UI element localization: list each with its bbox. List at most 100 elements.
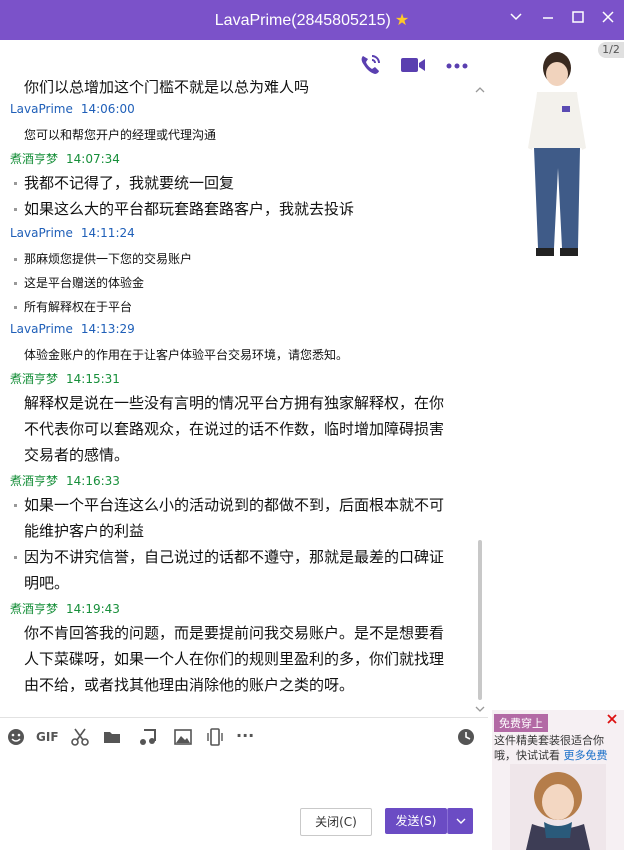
message-line: 所有解释权在于平台 bbox=[14, 298, 132, 315]
message-text: 交易者的感情。 bbox=[24, 446, 130, 464]
music-icon[interactable] bbox=[138, 727, 158, 747]
message-line: 您可以和帮您开户的经理或代理沟通 bbox=[14, 126, 216, 143]
ad-text-1: 这件精美套装很适合你 bbox=[494, 734, 604, 747]
message-line: 能维护客户的利益 bbox=[14, 520, 144, 541]
title-bar[interactable]: LavaPrime(2845805215) ★ bbox=[0, 0, 624, 40]
message-line: 交易者的感情。 bbox=[14, 444, 129, 465]
message-text: 人下菜碟呀，如果一个人在你们的规则里盈利的多，你们就找理 bbox=[24, 650, 445, 668]
message-line: 不代表你可以套路观众，在说过的话不作数，临时增加障碍损害 bbox=[14, 418, 444, 439]
close-window-button[interactable] bbox=[598, 10, 618, 30]
ad-text-2-prefix: 哦，快试试看 bbox=[494, 749, 564, 762]
bullet-icon bbox=[14, 182, 17, 185]
message-time: 14:16:33 bbox=[66, 474, 120, 488]
message-time: 14:06:00 bbox=[80, 102, 135, 116]
message-text: 不代表你可以套路观众，在说过的话不作数，临时增加障碍损害 bbox=[24, 420, 445, 438]
chat-scrollbar[interactable] bbox=[476, 80, 484, 710]
avatar-panel[interactable]: 1/2 bbox=[492, 40, 624, 270]
message-line: 明吧。 bbox=[14, 572, 69, 593]
message-line: 你们以总增加这个门槛不就是以总为难人吗 bbox=[24, 80, 310, 96]
message-header: LavaPrime 14:06:00 bbox=[10, 102, 135, 116]
message-text: 那麻烦您提供一下您的交易账户 bbox=[24, 252, 193, 266]
bullet-icon bbox=[14, 306, 17, 309]
free-try-badge[interactable]: 免费穿上 bbox=[494, 714, 548, 732]
message-line: 因为不讲究信誉，自己说过的话都不遵守，那就是最差的口碑证 bbox=[14, 546, 444, 567]
sender-name[interactable]: LavaPrime bbox=[10, 226, 73, 240]
sender-name[interactable]: LavaPrime bbox=[10, 322, 73, 336]
message-time: 14:13:29 bbox=[80, 322, 135, 336]
message-text: 明吧。 bbox=[24, 574, 70, 592]
chat-action-bar bbox=[355, 52, 475, 80]
ad-text-2: 哦，快试试看 更多免费 bbox=[494, 747, 608, 763]
message-text: 您可以和帮您开户的经理或代理沟通 bbox=[24, 128, 217, 142]
message-text: 我都不记得了，我就要统一回复 bbox=[24, 174, 235, 192]
bullet-icon bbox=[14, 208, 17, 211]
sender-name[interactable]: 煮酒亨梦 bbox=[10, 602, 58, 616]
input-toolbar: GIF ··· bbox=[0, 717, 488, 754]
message-line: 这是平台赠送的体验金 bbox=[14, 274, 144, 291]
message-text: 体验金账户的作用在于让客户体验平台交易环境，请您悉知。 bbox=[24, 348, 349, 362]
maximize-button[interactable] bbox=[568, 10, 588, 30]
bullet-icon bbox=[14, 282, 17, 285]
more-free-link[interactable]: 更多免费 bbox=[564, 749, 608, 762]
close-button[interactable]: 关闭(C) bbox=[300, 808, 372, 836]
avatar-figure bbox=[528, 52, 586, 256]
message-header: 煮酒亨梦 14:15:31 bbox=[10, 370, 120, 387]
page-indicator[interactable]: 1/2 bbox=[598, 42, 624, 58]
chat-history[interactable]: 你们以总增加这个门槛不就是以总为难人吗 LavaPrime 14:06:00 您可以和… bbox=[0, 80, 488, 708]
scissors-icon[interactable] bbox=[70, 727, 90, 747]
bullet-icon bbox=[14, 556, 17, 559]
message-header: LavaPrime 14:11:24 bbox=[10, 226, 135, 240]
message-line: 那麻烦您提供一下您的交易账户 bbox=[14, 250, 192, 267]
more-icon[interactable] bbox=[445, 62, 469, 70]
message-time: 14:11:24 bbox=[80, 226, 135, 240]
minimize-button[interactable] bbox=[538, 10, 558, 30]
sender-name[interactable]: 煮酒亨梦 bbox=[10, 474, 58, 488]
ad-avatar-image bbox=[510, 764, 606, 850]
message-line: 人下菜碟呀，如果一个人在你们的规则里盈利的多，你们就找理 bbox=[14, 648, 444, 669]
emoji-icon[interactable] bbox=[6, 727, 26, 747]
message-line: 由不给，或者找其他理由消除他的账户之类的呀。 bbox=[14, 674, 354, 695]
sender-name[interactable]: LavaPrime bbox=[10, 102, 73, 116]
message-text: 如果这么大的平台都玩套路套路客户，我就去投诉 bbox=[24, 200, 355, 218]
scrollbar-thumb[interactable] bbox=[478, 540, 482, 700]
message-text: 这是平台赠送的体验金 bbox=[24, 276, 145, 290]
message-text: 解释权是说在一些没有言明的情况平台方拥有独家解释权，在你 bbox=[24, 394, 445, 412]
message-text: 如果一个平台连这么小的活动说到的都做不到，后面根本就不可 bbox=[24, 496, 445, 514]
phone-icon[interactable] bbox=[357, 52, 383, 78]
chevron-down-icon bbox=[456, 818, 465, 824]
message-header: 煮酒亨梦 14:16:33 bbox=[10, 472, 120, 489]
message-text: 由不给，或者找其他理由消除他的账户之类的呀。 bbox=[24, 676, 355, 694]
image-icon[interactable] bbox=[173, 727, 193, 747]
gif-icon[interactable]: GIF bbox=[36, 727, 60, 747]
video-icon[interactable] bbox=[399, 54, 427, 76]
message-header: 煮酒亨梦 14:07:34 bbox=[10, 150, 120, 167]
message-header: 煮酒亨梦 14:19:43 bbox=[10, 600, 120, 617]
message-line: 解释权是说在一些没有言明的情况平台方拥有独家解释权，在你 bbox=[14, 392, 444, 413]
sender-name[interactable]: 煮酒亨梦 bbox=[10, 152, 58, 166]
ad-close-icon[interactable] bbox=[606, 713, 618, 725]
message-text: 因为不讲究信誉，自己说过的话都不遵守，那就是最差的口碑证 bbox=[24, 548, 445, 566]
bullet-icon bbox=[14, 258, 17, 261]
message-text: 你不肯回答我的问题，而是要提前问我交易账户。是不是想要看 bbox=[24, 624, 445, 642]
message-time: 14:07:34 bbox=[66, 152, 120, 166]
sender-name[interactable]: 煮酒亨梦 bbox=[10, 372, 58, 386]
message-line: 我都不记得了，我就要统一回复 bbox=[14, 172, 234, 193]
folder-icon[interactable] bbox=[102, 727, 122, 747]
message-text: 能维护客户的利益 bbox=[24, 522, 145, 540]
send-options-button[interactable] bbox=[447, 808, 473, 834]
send-button[interactable]: 发送(S) bbox=[385, 808, 447, 834]
message-line: 你不肯回答我的问题，而是要提前问我交易账户。是不是想要看 bbox=[14, 622, 444, 643]
more-tools-icon[interactable]: ··· bbox=[236, 727, 262, 747]
bullet-icon bbox=[14, 504, 17, 507]
message-input[interactable] bbox=[0, 754, 488, 802]
message-text: 所有解释权在于平台 bbox=[24, 300, 133, 314]
window-title: LavaPrime(2845805215) ★ bbox=[0, 10, 624, 30]
shake-icon[interactable] bbox=[205, 727, 225, 747]
history-clock-icon[interactable] bbox=[456, 727, 476, 747]
scroll-down-icon[interactable] bbox=[474, 703, 486, 715]
message-header: LavaPrime 14:13:29 bbox=[10, 322, 135, 336]
message-line: 体验金账户的作用在于让客户体验平台交易环境，请您悉知。 bbox=[14, 346, 348, 363]
chevron-down-icon[interactable] bbox=[506, 10, 526, 30]
star-icon: ★ bbox=[394, 12, 410, 29]
outfit-ad[interactable]: 免费穿上 这件精美套装很适合你 哦，快试试看 更多免费 bbox=[492, 710, 624, 850]
